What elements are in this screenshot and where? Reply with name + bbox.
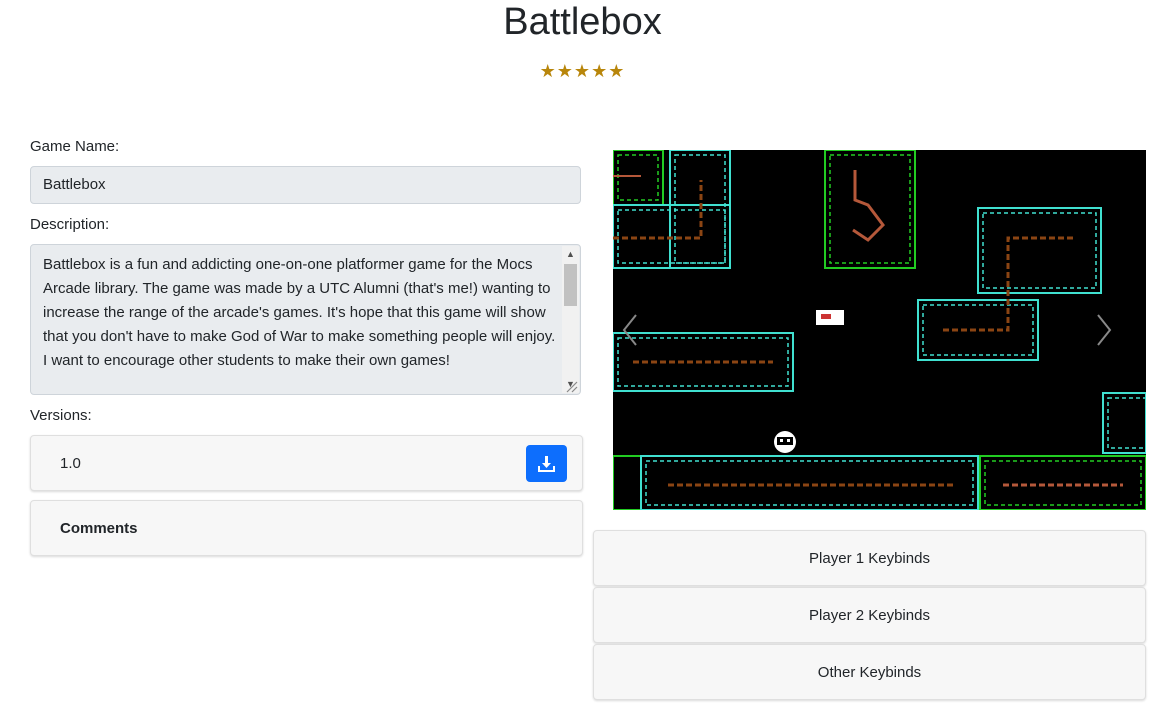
resize-handle-icon[interactable] bbox=[564, 379, 578, 393]
version-row: 1.0 bbox=[30, 435, 583, 491]
description-label: Description: bbox=[30, 216, 110, 233]
version-number: 1.0 bbox=[60, 455, 81, 472]
other-keybinds-button[interactable]: Other Keybinds bbox=[593, 644, 1146, 700]
chevron-right-icon[interactable] bbox=[1093, 310, 1113, 350]
player-2-keybinds-button[interactable]: Player 2 Keybinds bbox=[593, 587, 1146, 643]
game-name-label: Game Name: bbox=[30, 138, 120, 155]
top-middle-block-icon bbox=[824, 150, 916, 269]
right-small-block-icon bbox=[1102, 392, 1146, 454]
player-character-icon bbox=[774, 431, 796, 453]
player-1-keybinds-button[interactable]: Player 1 Keybinds bbox=[593, 530, 1146, 586]
comments-section[interactable]: Comments bbox=[30, 500, 583, 556]
screenshot-carousel[interactable] bbox=[613, 150, 1146, 510]
description-field[interactable]: Battlebox is a fun and addicting one-on-… bbox=[30, 244, 581, 395]
scroll-thumb[interactable] bbox=[564, 264, 577, 306]
comments-header: Comments bbox=[60, 520, 138, 537]
flying-character-icon bbox=[816, 310, 844, 325]
game-screenshot bbox=[613, 150, 1146, 510]
floor-block-icon bbox=[613, 455, 1146, 510]
chevron-left-icon[interactable] bbox=[621, 310, 641, 350]
rating-stars: ★★★★★ bbox=[539, 61, 626, 81]
game-name-field[interactable]: Battlebox bbox=[30, 166, 581, 204]
description-scrollbar[interactable]: ▲ ▼ bbox=[562, 246, 579, 393]
download-button[interactable] bbox=[526, 445, 567, 482]
description-text: Battlebox is a fun and addicting one-on-… bbox=[43, 256, 556, 369]
page-title: Battlebox bbox=[503, 1, 662, 43]
download-icon bbox=[538, 456, 555, 472]
versions-label: Versions: bbox=[30, 407, 92, 424]
right-l-block-icon bbox=[917, 207, 1102, 361]
top-left-block-icon bbox=[613, 150, 731, 269]
scroll-up-icon[interactable]: ▲ bbox=[562, 246, 579, 263]
